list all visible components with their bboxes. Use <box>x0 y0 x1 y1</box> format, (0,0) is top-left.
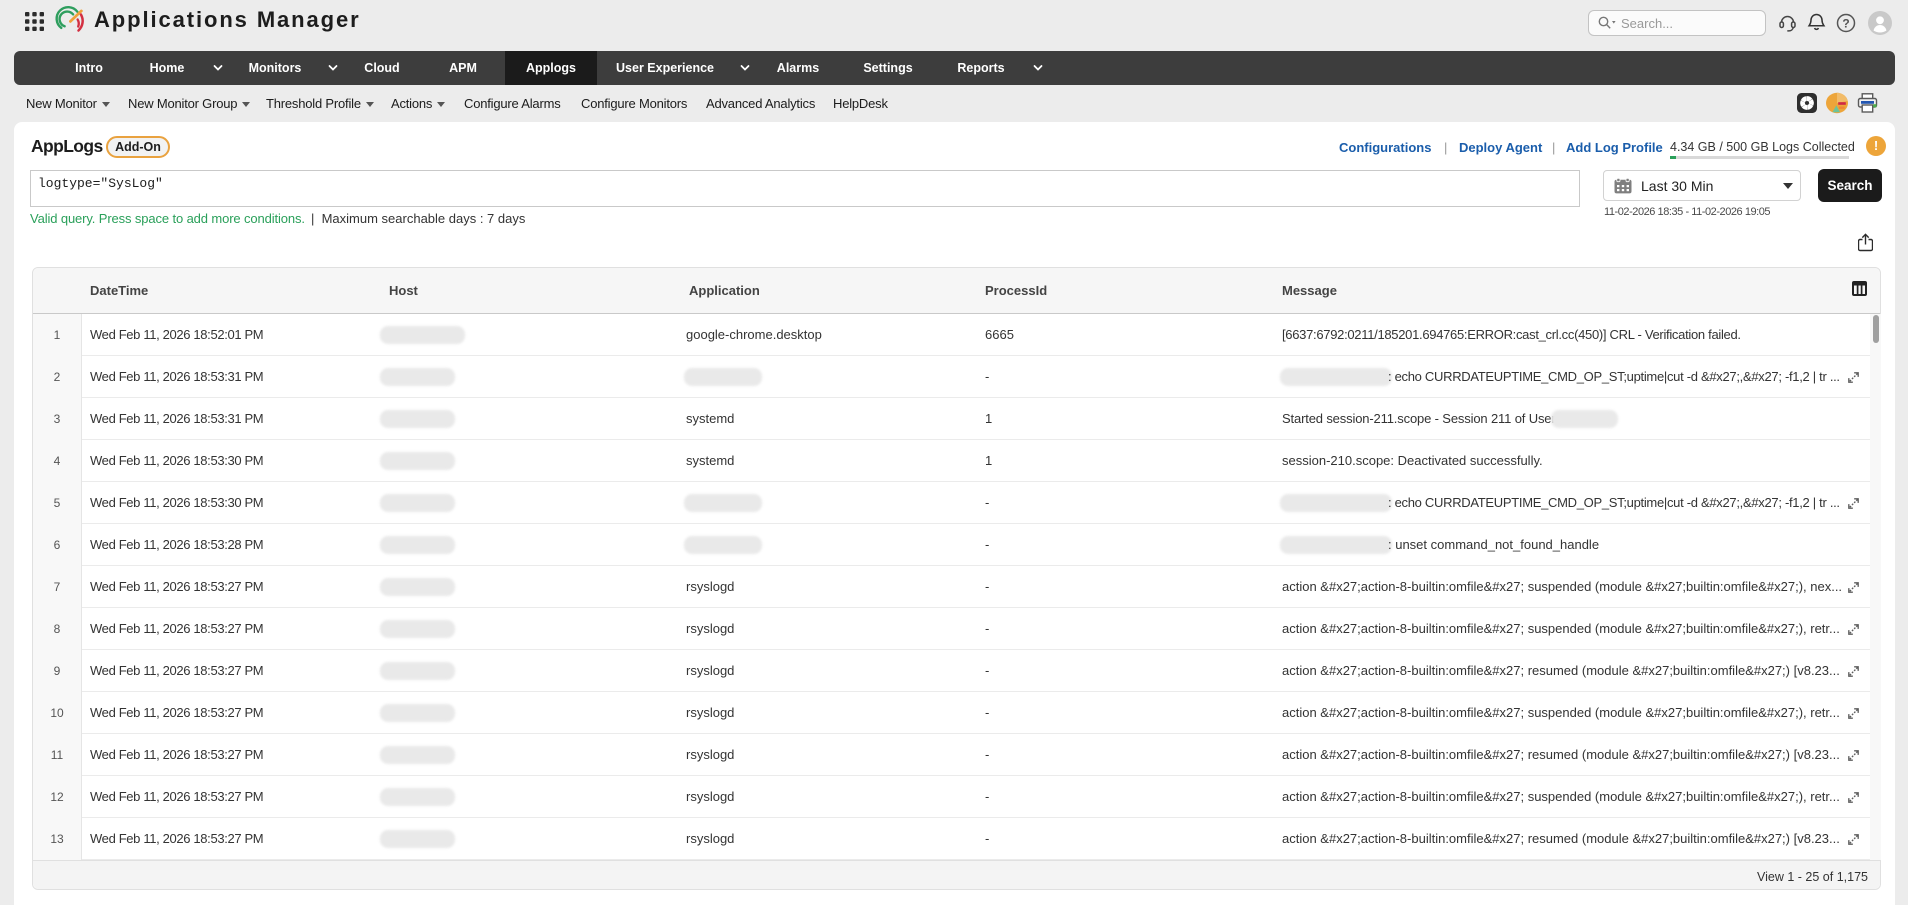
svg-text:?: ? <box>1842 16 1849 30</box>
